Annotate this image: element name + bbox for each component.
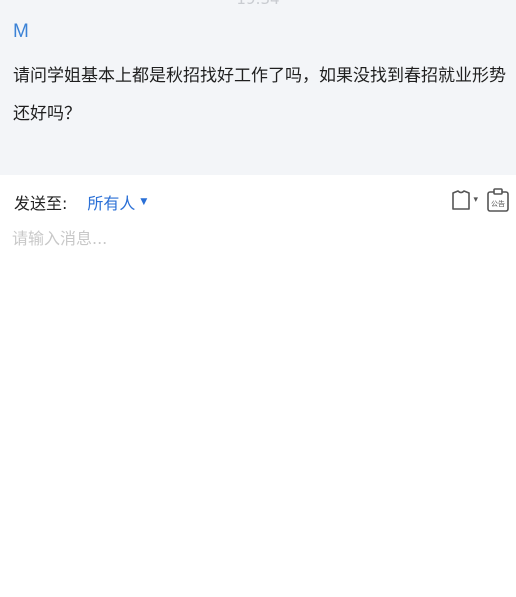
announcement-button[interactable]: 公告 — [486, 187, 510, 213]
caret-down-icon: ▼ — [140, 197, 148, 207]
chevron-down-icon: ▾ — [473, 195, 478, 205]
message-timestamp: 19:34 — [0, 0, 516, 8]
send-to-label: 发送至: — [14, 194, 68, 213]
recipient-label: 所有人 — [87, 194, 136, 213]
message-input[interactable] — [12, 225, 502, 585]
message-composer: 发送至: 所有人 ▼ ▾ 公告 — [0, 175, 516, 597]
message-text: 请问学姐基本上都是秋招找好工作了吗，如果没找到春招就业形势还好吗？ — [13, 66, 506, 124]
chat-message-area: 19:34 M 请问学姐基本上都是秋招找好工作了吗，如果没找到春招就业形势还好吗… — [0, 0, 516, 175]
shirt-icon — [452, 190, 471, 210]
announcement-icon-label: 公告 — [491, 199, 505, 208]
recipient-dropdown[interactable]: 所有人 ▼ — [87, 190, 147, 214]
sender-name: M — [13, 21, 29, 42]
style-menu-button[interactable]: ▾ — [450, 189, 478, 211]
send-to-row: 发送至: 所有人 ▼ — [14, 190, 147, 214]
composer-toolbar: ▾ 公告 — [450, 187, 510, 213]
announcement-icon: 公告 — [487, 188, 509, 212]
